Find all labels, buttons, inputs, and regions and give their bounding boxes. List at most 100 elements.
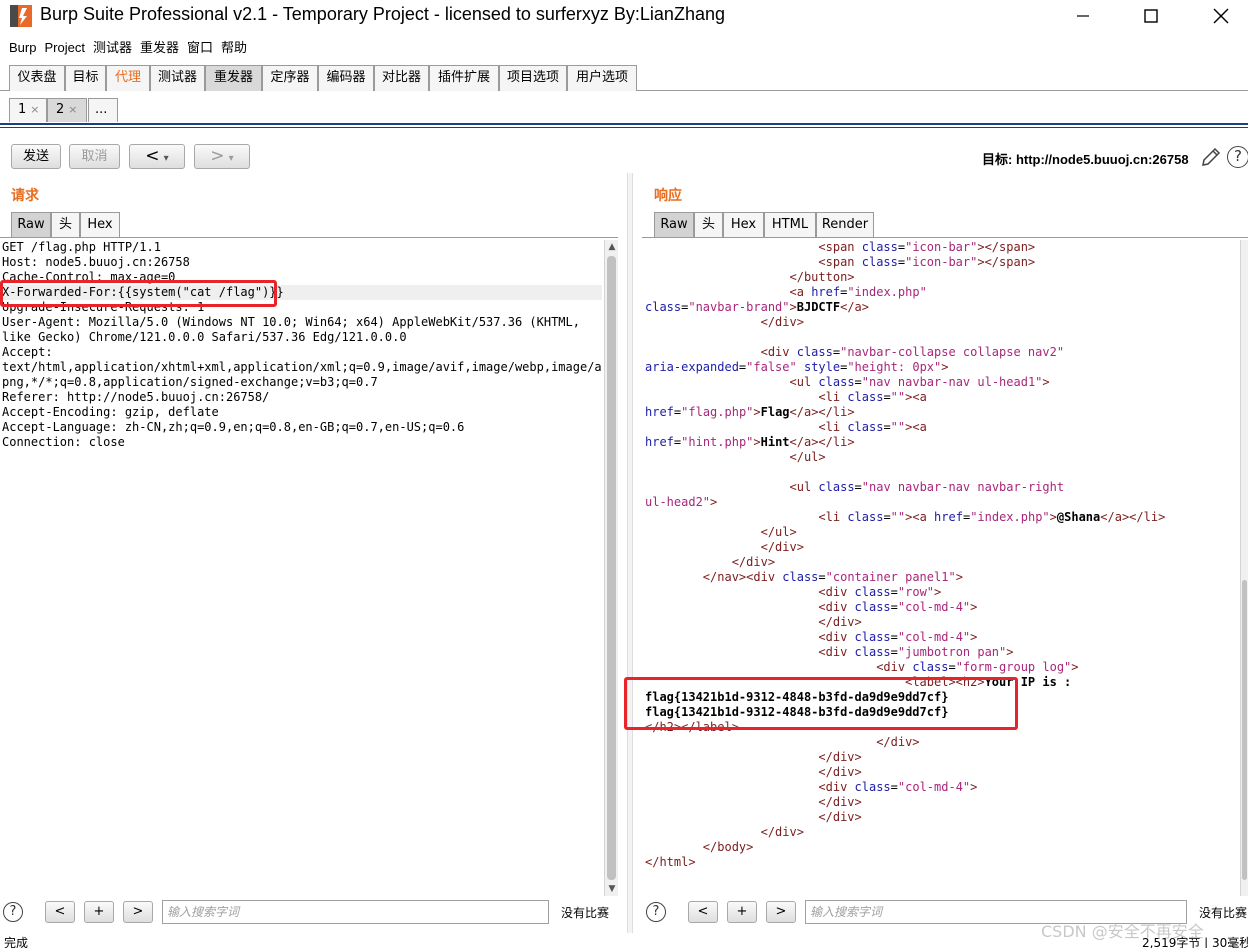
burp-logo-icon	[10, 5, 32, 27]
response-line: href="hint.php">Hint</a></li>	[645, 435, 855, 449]
response-line: </ul>	[760, 525, 797, 539]
response-line: <li class=""><a	[818, 390, 927, 404]
response-line: </div>	[818, 795, 862, 809]
response-line: <div class="navbar-collapse collapse nav…	[760, 345, 1065, 359]
response-line: aria-expanded="false" style="height: 0px…	[645, 360, 949, 374]
response-line: <div class="col-md-4">	[818, 780, 978, 794]
tab-intruder[interactable]: 测试器	[150, 65, 205, 91]
back-dropdown-icon: ▾	[163, 153, 169, 164]
tab-project-options[interactable]: 项目选项	[499, 65, 567, 91]
scrollbar-thumb[interactable]	[1242, 580, 1247, 880]
response-line: <div class="jumbotron pan">	[818, 645, 1014, 659]
response-line: <span class="icon-bar"></span>	[818, 255, 1036, 269]
scrollbar-thumb[interactable]	[607, 256, 616, 880]
response-tab-raw[interactable]: Raw	[654, 212, 694, 237]
response-flag-line-1: flag{13421b1d-9312-4848-b3fd-da9d9e9dd7c…	[645, 690, 949, 704]
request-title: 请求	[11, 188, 39, 204]
search-add-button[interactable]: +	[84, 901, 114, 923]
menu-bar: Burp Project 测试器 重发器 窗口 帮助	[0, 38, 251, 58]
request-editor[interactable]: GET /flag.php HTTP/1.1 Host: node5.buuoj…	[0, 238, 604, 896]
search-next-button[interactable]: >	[766, 901, 796, 923]
request-line: User-Agent: Mozilla/5.0 (Windows NT 10.0…	[2, 315, 580, 329]
request-tab-headers[interactable]: 头	[51, 212, 80, 237]
repeater-tab-2[interactable]: 2 ×	[47, 98, 87, 122]
response-line: <ul class="nav navbar-nav navbar-right	[789, 480, 1065, 494]
tab-proxy[interactable]: 代理	[106, 65, 150, 91]
response-tab-hex[interactable]: Hex	[723, 212, 764, 237]
tab-dashboard[interactable]: 仪表盘	[9, 65, 65, 91]
new-tab-button[interactable]: ...	[88, 98, 118, 122]
close-icon[interactable]	[1198, 0, 1244, 32]
scroll-up-icon[interactable]: ▲	[605, 240, 619, 254]
response-scrollbar[interactable]	[1240, 240, 1248, 896]
repeater-tab-2-label: 2	[56, 102, 65, 117]
target-label: 目标: http://node5.buuoj.cn:26758	[982, 152, 1189, 167]
tab-sequencer[interactable]: 定序器	[262, 65, 318, 91]
request-tab-raw[interactable]: Raw	[11, 212, 51, 237]
response-tab-render[interactable]: Render	[816, 212, 874, 237]
response-line: <div class="col-md-4">	[818, 630, 978, 644]
menu-intruder[interactable]: 测试器	[89, 38, 136, 58]
response-line: <div class="form-group log">	[876, 660, 1079, 674]
close-tab-icon[interactable]: ×	[30, 103, 39, 116]
response-flag-line-2: flag{13421b1d-9312-4848-b3fd-da9d9e9dd7c…	[645, 705, 949, 719]
search-add-button[interactable]: +	[727, 901, 757, 923]
request-tab-hex[interactable]: Hex	[80, 212, 120, 237]
menu-help[interactable]: 帮助	[217, 38, 251, 58]
response-line: </div>	[818, 615, 862, 629]
request-line: Host: node5.buuoj.cn:26758	[2, 255, 190, 269]
response-line: <a href="index.php"	[789, 285, 927, 299]
help-icon[interactable]: ?	[1227, 146, 1248, 168]
search-prev-button[interactable]: <	[45, 901, 75, 923]
response-line: </div>	[818, 810, 862, 824]
response-line: </html>	[645, 855, 696, 869]
menu-window[interactable]: 窗口	[183, 38, 217, 58]
response-tab-html[interactable]: HTML	[764, 212, 816, 237]
search-next-button[interactable]: >	[123, 901, 153, 923]
request-line: Referer: http://node5.buuoj.cn:26758/	[2, 390, 270, 404]
request-line: Connection: close	[2, 435, 125, 449]
menu-repeater[interactable]: 重发器	[136, 38, 183, 58]
response-line: </div>	[760, 315, 804, 329]
tab-target[interactable]: 目标	[65, 65, 106, 91]
response-line: </ul>	[789, 450, 826, 464]
response-title: 响应	[654, 188, 682, 204]
help-icon[interactable]: ?	[646, 902, 666, 922]
send-button[interactable]: 发送	[11, 144, 61, 169]
request-line: text/html,application/xhtml+xml,applicat…	[2, 360, 602, 374]
tab-decoder[interactable]: 编码器	[318, 65, 374, 91]
tab-repeater[interactable]: 重发器	[205, 65, 262, 91]
request-line-xff: X-Forwarded-For:{{system("cat /flag")}}	[2, 285, 602, 300]
tab-comparer[interactable]: 对比器	[374, 65, 429, 91]
scroll-down-icon[interactable]: ▼	[605, 882, 619, 896]
repeater-tab-1[interactable]: 1 ×	[9, 98, 47, 122]
search-prev-button[interactable]: <	[688, 901, 718, 923]
pencil-icon[interactable]	[1199, 145, 1223, 169]
response-tab-headers[interactable]: 头	[694, 212, 723, 237]
request-search-input[interactable]: 输入搜索字词	[162, 900, 549, 924]
repeater-tab-bar: 1 × 2 × ...	[0, 95, 1248, 123]
minimize-icon[interactable]	[1060, 0, 1106, 32]
response-editor[interactable]: <span class="icon-bar"></span> <span cla…	[643, 238, 1240, 896]
split-divider[interactable]	[627, 173, 633, 933]
back-arrow-icon: <	[145, 146, 160, 166]
status-text: 完成	[4, 936, 29, 948]
maximize-icon[interactable]	[1128, 0, 1174, 32]
response-line: <span class="icon-bar"></span>	[818, 240, 1036, 254]
help-icon[interactable]: ?	[3, 902, 23, 922]
menu-burp[interactable]: Burp	[0, 38, 40, 58]
forward-button[interactable]: > ▾	[194, 144, 250, 169]
tab-user-options[interactable]: 用户选项	[567, 65, 637, 91]
close-tab-icon[interactable]: ×	[68, 103, 77, 116]
response-line: <ul class="nav navbar-nav ul-head1">	[789, 375, 1050, 389]
response-match-count: 没有比赛	[1199, 906, 1248, 920]
tab-extender[interactable]: 插件扩展	[429, 65, 499, 91]
request-scrollbar[interactable]: ▲ ▼	[604, 240, 618, 896]
response-line: </button>	[789, 270, 855, 284]
cancel-button[interactable]: 取消	[69, 144, 120, 169]
response-line: <div class="col-md-4">	[818, 600, 978, 614]
request-line: png,*/*;q=0.8,application/signed-exchang…	[2, 375, 378, 389]
menu-project[interactable]: Project	[40, 38, 88, 58]
response-line: </div>	[876, 735, 920, 749]
back-button[interactable]: < ▾	[129, 144, 185, 169]
